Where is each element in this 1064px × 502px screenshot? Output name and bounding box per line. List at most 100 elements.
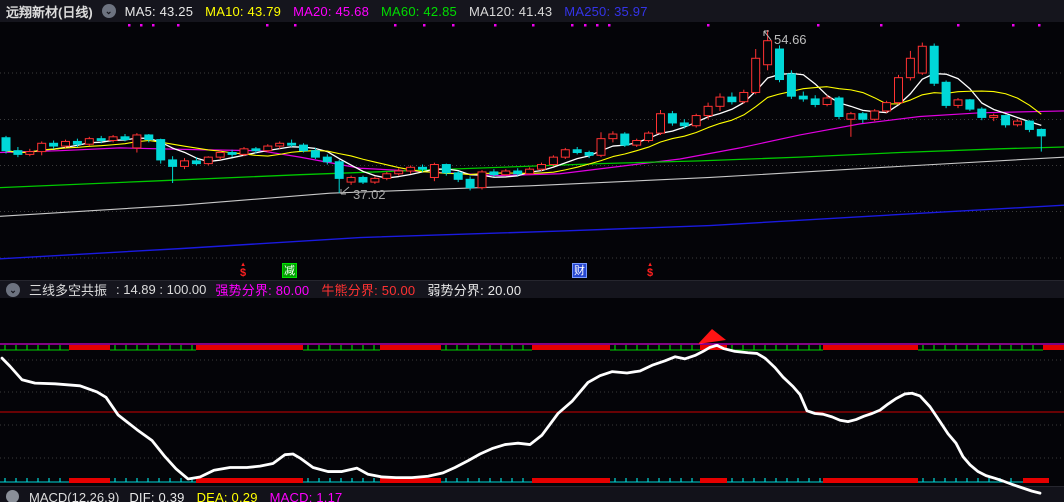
candle-body [310, 150, 320, 158]
candle-body [1, 137, 11, 152]
candle-body [191, 160, 201, 165]
candle-body [263, 145, 273, 152]
price-label: 37.02 [353, 187, 386, 202]
candle-body [846, 113, 856, 120]
threshold-1: 牛熊分界: 50.00 [321, 283, 416, 298]
ma-dot [128, 24, 131, 27]
candle-body [798, 95, 808, 100]
ma-dot [571, 24, 574, 27]
ma-dot [596, 24, 599, 27]
ma-dot [880, 24, 883, 27]
candle-body [168, 159, 178, 167]
band-red-segment [1023, 478, 1049, 483]
ma-line-MA10 [5, 86, 1042, 176]
band-red-segment [380, 345, 441, 350]
candle-body [941, 81, 951, 106]
ma-value-0: MA5: 43.25 [124, 3, 194, 19]
signal-arrow-marker [698, 329, 726, 344]
candle-body [667, 113, 677, 124]
ma-dot [140, 24, 143, 27]
candle-body [287, 142, 297, 146]
candle-body [870, 110, 880, 120]
candle-body [775, 48, 784, 81]
candle-body [537, 164, 546, 170]
candle-body [965, 99, 975, 110]
ma-line-MA5 [5, 72, 1042, 179]
candle-body [620, 133, 630, 146]
candle-body [989, 115, 999, 118]
candle-body [37, 142, 47, 153]
candle-body [49, 142, 59, 147]
candle-body [822, 97, 832, 105]
candle-body [1036, 128, 1046, 137]
macd-value-1: DEA: 0.29 [196, 490, 258, 502]
candle-body [84, 138, 94, 145]
candle-body [1001, 115, 1011, 126]
band-red-segment [532, 345, 610, 350]
ma-values: MA5: 43.25 MA10: 43.79 MA20: 45.68 MA60: 42… [125, 4, 648, 19]
band-red-segment [700, 345, 727, 350]
candle-body [299, 144, 308, 152]
candle-body [501, 170, 511, 176]
candle-body [322, 156, 332, 163]
candle-body [739, 91, 749, 103]
candle-body [703, 105, 713, 117]
candle-body [394, 170, 404, 175]
ma-dot [266, 24, 269, 27]
candle-body [763, 40, 773, 66]
candle-body [25, 151, 35, 155]
collapse-circle-icon[interactable] [6, 490, 19, 502]
candle-body [465, 178, 475, 189]
band-red-segment [1043, 345, 1064, 350]
ma-dot [817, 24, 820, 27]
candle-body [691, 115, 701, 127]
candle-body [548, 156, 558, 166]
macd-header: MACD(12,26,9) DIF: 0.39 DEA: 0.29 MACD: 1.… [0, 486, 1064, 502]
chevron-down-icon[interactable]: ⌄ [101, 4, 116, 18]
ma-line-MA250 [0, 204, 1064, 260]
ma-dot [452, 24, 455, 27]
macd-value-2: MACD: 1.17 [269, 490, 343, 502]
candle-body [858, 113, 868, 120]
candle-body [132, 134, 142, 149]
candle-body [608, 133, 618, 140]
ma-dot [1012, 24, 1015, 27]
ma-dot [957, 24, 960, 27]
candle-body [429, 164, 439, 178]
band-red-segment [196, 345, 303, 350]
band-red-segment [532, 478, 610, 483]
candle-body [382, 173, 392, 179]
ma-dot [494, 24, 497, 27]
ma-value-2: MA20: 45.68 [293, 3, 370, 19]
indicator-chevron-down-icon[interactable]: ⌄ [6, 282, 20, 297]
candle-body [644, 132, 654, 142]
ma-dot [584, 24, 587, 27]
indicator-header: ⌄ 三线多空共振 : 14.89 : 100.00 强势分界: 80.00 牛熊分… [0, 280, 1064, 298]
candle-body [513, 170, 523, 175]
candle-body [894, 77, 903, 104]
candle-body [358, 176, 368, 183]
candle-body [727, 96, 737, 103]
ma-value-3: MA60: 42.85 [381, 3, 457, 19]
candle-body [882, 102, 892, 112]
main-chart-header: 远翔新材(日线) ⌄ MA5: 43.25 MA10: 43.79 MA20: 45… [0, 0, 1064, 22]
candle-body [406, 166, 416, 172]
event-badge: 减 [282, 263, 297, 278]
candle-body [1013, 120, 1022, 126]
candle-body [370, 177, 380, 183]
ma-dot [1038, 24, 1041, 27]
candle-body [13, 150, 23, 155]
candle-body [810, 98, 820, 105]
candle-body [239, 148, 249, 155]
candle-body [61, 140, 70, 147]
band-red-segment [700, 478, 727, 483]
dollar-signal-icon: ▲ $ [240, 262, 247, 279]
ma-dot [394, 24, 397, 27]
band-red-segment [69, 345, 110, 350]
candle-body [525, 168, 535, 175]
candle-body [596, 138, 606, 156]
candle-body [584, 152, 594, 156]
ma-dot [177, 24, 180, 27]
candle-body [251, 148, 261, 152]
candle-body [1024, 120, 1034, 130]
